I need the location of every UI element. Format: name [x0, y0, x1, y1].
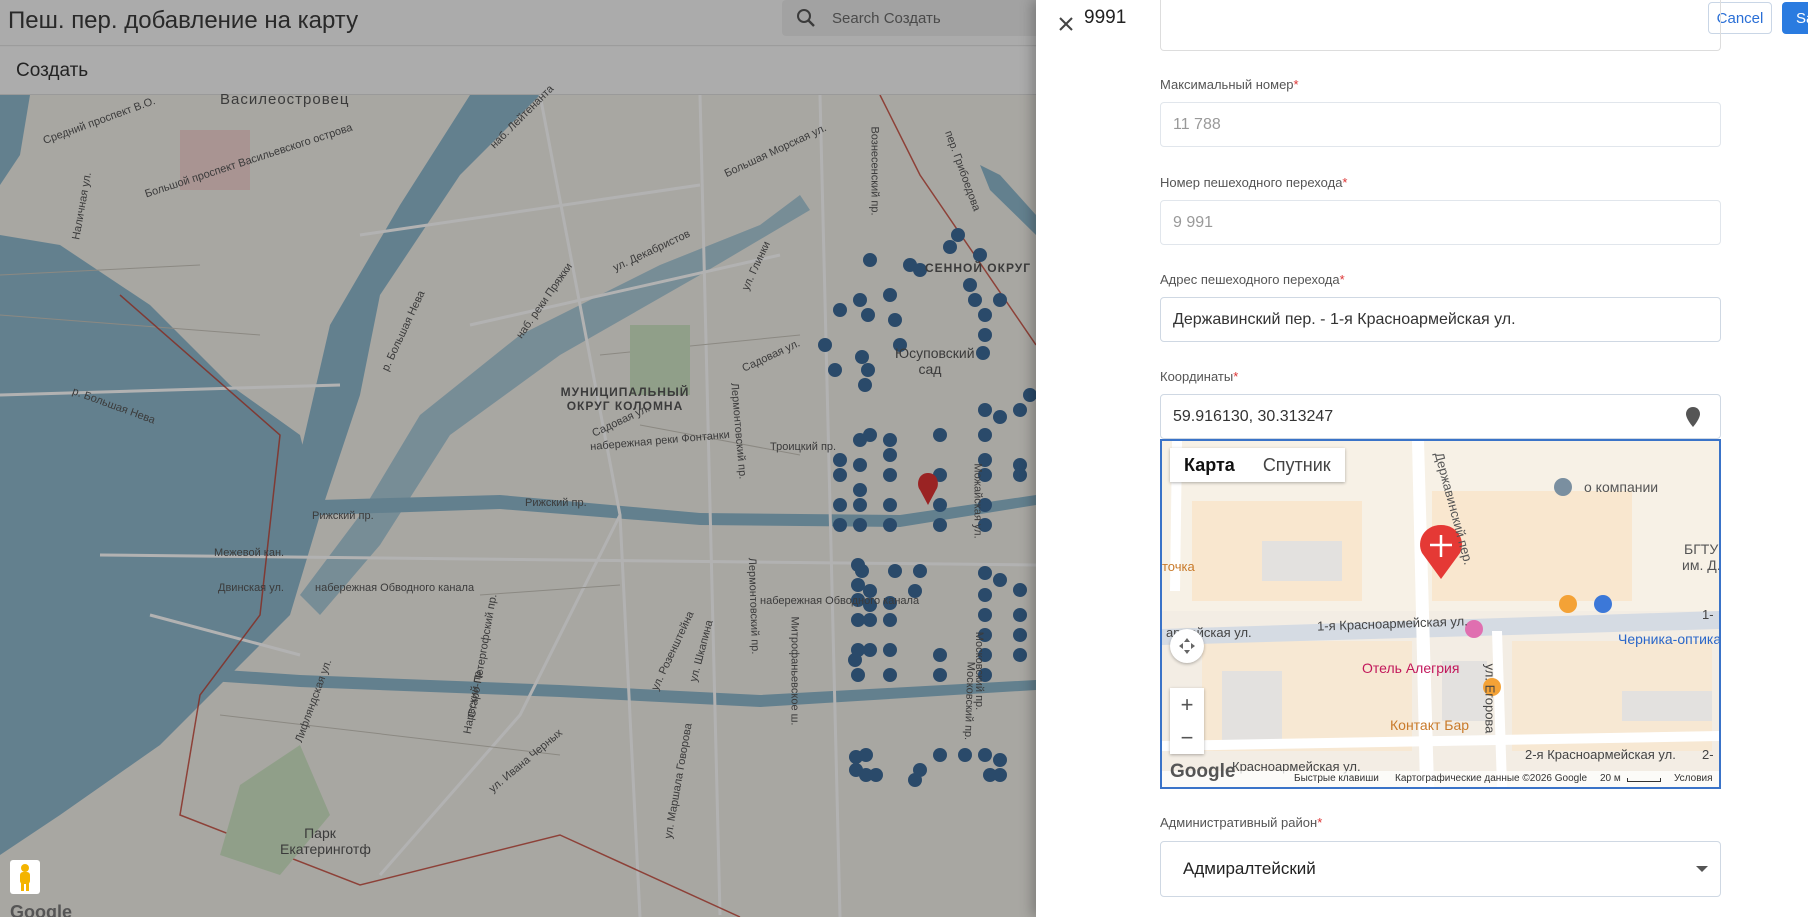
map-data-attribution: Картографические данные ©2026 Google — [1395, 773, 1588, 784]
poi-label: о компании — [1584, 479, 1659, 495]
scale-label: 20 м — [1600, 773, 1621, 784]
terms-link[interactable]: Условия — [1674, 773, 1713, 784]
edit-drawer: 9991 Cancel Sa Максимальный номер* 11 78… — [1036, 0, 1808, 917]
keyboard-shortcuts-link[interactable]: Быстрые клавиши — [1294, 773, 1379, 784]
save-button[interactable]: Sa — [1782, 2, 1808, 34]
address-label: Адрес пешеходного перехода* — [1160, 272, 1345, 287]
location-picker-map[interactable]: Карта Спутник о компании БГТУ им. Д. точ… — [1160, 439, 1721, 789]
coordinates-label: Координаты* — [1160, 369, 1239, 384]
district-value: Адмиралтейский — [1183, 859, 1316, 878]
drawer-title: 9991 — [1084, 7, 1127, 28]
fullscreen-button[interactable] — [1170, 629, 1204, 663]
poi-label: точка — [1162, 559, 1195, 574]
chevron-down-icon — [1696, 866, 1708, 872]
google-logo: Google — [1170, 761, 1236, 782]
poi-label: им. Д. — [1682, 557, 1721, 573]
close-icon — [1059, 17, 1073, 31]
previous-field[interactable] — [1160, 0, 1721, 51]
district-label: Административный район* — [1160, 815, 1323, 830]
address-field[interactable]: Державинский пер. - 1-я Красноармейская … — [1160, 297, 1721, 342]
street-label: ул. Егорова — [1482, 663, 1498, 734]
map-type-satellite-tab[interactable]: Спутник — [1249, 448, 1345, 482]
poi-label: БГТУ — [1684, 541, 1719, 557]
street-view-pegman-icon[interactable] — [10, 860, 40, 894]
zoom-out-button[interactable]: − — [1170, 721, 1204, 754]
max-number-label: Максимальный номер* — [1160, 77, 1299, 92]
modal-backdrop[interactable] — [0, 0, 1036, 917]
poi-label: Черника-оптика — [1618, 631, 1721, 647]
district-select[interactable]: Адмиралтейский — [1160, 841, 1721, 897]
poi-label: Контакт Бар — [1390, 717, 1470, 733]
scale-bar — [1627, 778, 1661, 782]
google-logo: Google — [10, 902, 72, 917]
max-number-field[interactable]: 11 788 — [1160, 102, 1721, 147]
zoom-in-button[interactable]: + — [1170, 688, 1204, 721]
close-button[interactable] — [1048, 6, 1084, 42]
street-label: 2-я Красноармейская ул. — [1525, 747, 1676, 762]
crossing-number-label: Номер пешеходного перехода* — [1160, 175, 1348, 190]
map-type-switcher: Карта Спутник — [1170, 448, 1345, 482]
street-label: 2- — [1702, 747, 1714, 762]
map-type-map-tab[interactable]: Карта — [1170, 448, 1249, 482]
zoom-controls: + − — [1170, 688, 1204, 754]
street-label: 1- — [1702, 607, 1714, 622]
map-attribution-bar: Быстрые клавиши Картографические данные … — [1162, 771, 1719, 787]
coordinates-value: 59.916130, 30.313247 — [1173, 407, 1334, 425]
location-pin-icon[interactable] — [1686, 407, 1700, 427]
crossing-number-field[interactable]: 9 991 — [1160, 200, 1721, 245]
drag-arrows-icon — [1179, 638, 1195, 654]
background-app: Пеш. пер. добавление на карту Search Соз… — [0, 0, 1036, 917]
coordinates-field[interactable]: 59.916130, 30.313247 — [1160, 394, 1721, 439]
poi-label: Отель Алегрия — [1362, 660, 1460, 676]
